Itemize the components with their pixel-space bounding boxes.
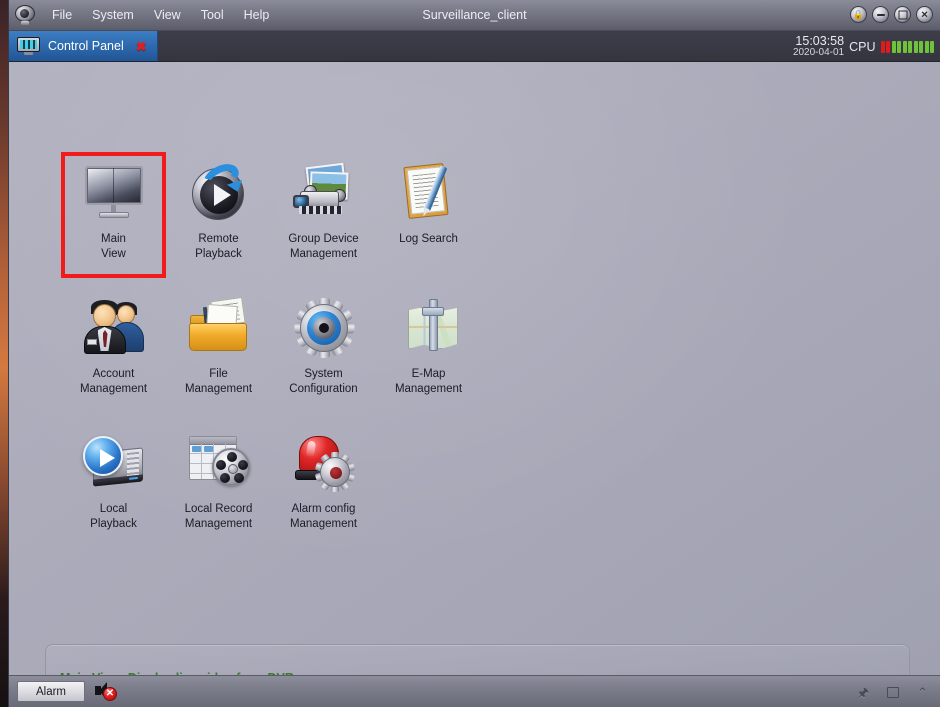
clock: 15:03:58 2020-04-01 — [793, 35, 844, 59]
gear-icon — [291, 297, 357, 359]
window-controls — [850, 6, 933, 23]
monitor-icon — [81, 162, 147, 224]
cpu-bar-1 — [886, 41, 890, 53]
folder-icon — [186, 297, 252, 359]
tile-label: Alarm config Management — [290, 502, 357, 531]
tile-file-management[interactable]: File Management — [166, 287, 271, 413]
users-icon — [81, 297, 147, 359]
tab-control-panel[interactable]: Control Panel ✖ — [9, 31, 158, 61]
map-icon — [396, 297, 462, 359]
tab-bar: Control Panel ✖ 15:03:58 2020-04-01 CPU — [9, 31, 940, 62]
tile-main-view[interactable]: Main View — [61, 152, 166, 278]
application-window: File System View Tool Help Surveillance_… — [8, 0, 940, 707]
tile-label: System Configuration — [289, 367, 357, 396]
tile-label: Main View — [101, 232, 126, 261]
siren-gear-icon — [291, 432, 357, 494]
tile-system-configuration[interactable]: System Configuration — [271, 287, 376, 413]
menu-file[interactable]: File — [43, 5, 81, 25]
cpu-bar-3 — [897, 41, 901, 53]
tile-label: Local Playback — [90, 502, 137, 531]
cpu-bar-4 — [903, 41, 907, 53]
menu-help[interactable]: Help — [235, 5, 279, 25]
tile-local-record-management[interactable]: Local Record Management — [166, 422, 271, 548]
cpu-bar-0 — [881, 41, 885, 53]
playback-disc-icon — [186, 162, 252, 224]
tile-label: Remote Playback — [195, 232, 242, 261]
clock-date: 2020-04-01 — [793, 48, 844, 59]
cpu-bar-7 — [919, 41, 923, 53]
tile-label: Group Device Management — [288, 232, 358, 261]
film-reel-icon — [186, 432, 252, 494]
cpu-bar-6 — [914, 41, 918, 53]
control-panel-content: Main View Remote Playback Group Device M… — [9, 62, 940, 675]
tile-remote-playback[interactable]: Remote Playback — [166, 152, 271, 278]
window-icon[interactable] — [887, 687, 899, 698]
app-icon-grid: Main View Remote Playback Group Device M… — [61, 152, 481, 557]
menu-view[interactable]: View — [145, 5, 190, 25]
description-panel: Main View: Display live video from DVRs — [45, 644, 910, 675]
cpu-bar-2 — [892, 41, 896, 53]
clipboard-pen-icon — [396, 162, 462, 224]
control-panel-monitor-icon — [17, 37, 40, 55]
pin-icon[interactable]: 🖈 — [857, 686, 869, 699]
status-bar-right-icons: 🖈 ⌃ — [857, 676, 928, 707]
cpu-bar-9 — [930, 41, 934, 53]
cpu-meter — [881, 41, 935, 53]
play-device-icon — [81, 432, 147, 494]
tab-close-icon[interactable]: ✖ — [136, 40, 147, 53]
status-bar: Alarm ✕ 🖈 ⌃ — [9, 675, 940, 707]
tile-label: Account Management — [80, 367, 147, 396]
tile-label: File Management — [185, 367, 252, 396]
chevron-up-icon[interactable]: ⌃ — [917, 686, 928, 699]
tile-local-playback[interactable]: Local Playback — [61, 422, 166, 548]
close-button[interactable] — [916, 6, 933, 23]
tile-emap-management[interactable]: E-Map Management — [376, 287, 481, 413]
cpu-bar-8 — [925, 41, 929, 53]
tile-alarm-config-management[interactable]: Alarm config Management — [271, 422, 376, 548]
cpu-bar-5 — [908, 41, 912, 53]
clock-time: 15:03:58 — [793, 35, 844, 48]
tab-label: Control Panel — [48, 39, 124, 53]
speaker-muted-icon[interactable]: ✕ — [95, 682, 117, 702]
title-bar: File System View Tool Help Surveillance_… — [9, 0, 940, 31]
camera-icon — [14, 4, 36, 26]
lock-button[interactable] — [850, 6, 867, 23]
minimize-button[interactable] — [872, 6, 889, 23]
tile-label: Log Search — [399, 232, 458, 247]
tile-account-management[interactable]: Account Management — [61, 287, 166, 413]
maximize-button[interactable] — [894, 6, 911, 23]
menu-tool[interactable]: Tool — [192, 5, 233, 25]
tile-label: E-Map Management — [395, 367, 462, 396]
menu-system[interactable]: System — [83, 5, 143, 25]
cpu-label: CPU — [849, 40, 875, 54]
tile-log-search[interactable]: Log Search — [376, 152, 481, 278]
tile-group-device-management[interactable]: Group Device Management — [271, 152, 376, 278]
clock-cpu-area: 15:03:58 2020-04-01 CPU — [793, 31, 934, 62]
camera-photos-icon — [291, 162, 357, 224]
tile-label: Local Record Management — [185, 502, 253, 531]
alarm-button[interactable]: Alarm — [17, 681, 85, 702]
